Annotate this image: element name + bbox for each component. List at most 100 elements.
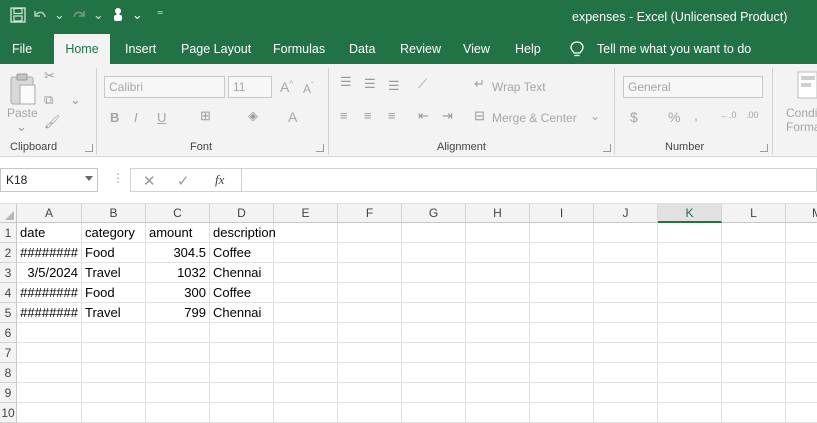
row-header[interactable]: 1 <box>0 223 17 243</box>
cell[interactable] <box>402 263 466 283</box>
column-header-selected[interactable]: K <box>658 204 722 223</box>
cell[interactable] <box>17 403 82 423</box>
cell[interactable] <box>466 343 530 363</box>
column-header[interactable]: L <box>722 204 786 223</box>
row-header[interactable]: 6 <box>0 323 17 343</box>
name-box[interactable]: K18 <box>0 168 98 192</box>
cell[interactable] <box>530 383 594 403</box>
cell[interactable] <box>466 383 530 403</box>
increase-indent-icon[interactable]: ⇥ <box>442 108 453 124</box>
cell[interactable]: date <box>17 223 82 243</box>
cell[interactable] <box>722 383 786 403</box>
cell[interactable] <box>274 323 338 343</box>
format-painter-icon[interactable]: 🖌 <box>44 114 61 130</box>
cell[interactable] <box>466 363 530 383</box>
cell[interactable]: Coffee <box>210 283 274 303</box>
cell[interactable] <box>530 223 594 243</box>
cell[interactable] <box>722 243 786 263</box>
cell[interactable] <box>658 383 722 403</box>
cell[interactable] <box>594 243 658 263</box>
row-header[interactable]: 5 <box>0 303 17 323</box>
cell[interactable] <box>722 343 786 363</box>
cell[interactable] <box>594 383 658 403</box>
cell[interactable] <box>594 303 658 323</box>
redo-dropdown-icon[interactable]: ⌄ <box>93 7 104 23</box>
number-launcher-icon[interactable] <box>760 144 768 152</box>
cell[interactable]: ######## <box>17 283 82 303</box>
cut-icon[interactable]: ✂ <box>44 68 55 84</box>
paste-icon[interactable] <box>8 72 38 106</box>
cell[interactable] <box>786 303 817 323</box>
cell[interactable] <box>402 403 466 423</box>
cell[interactable] <box>338 403 402 423</box>
cell[interactable] <box>594 323 658 343</box>
cell[interactable] <box>82 343 146 363</box>
cell[interactable] <box>338 343 402 363</box>
cell[interactable] <box>658 343 722 363</box>
cell[interactable] <box>402 223 466 243</box>
tab-review[interactable]: Review <box>390 34 451 64</box>
copy-icon[interactable]: ⧉ <box>44 92 53 108</box>
cell[interactable] <box>594 283 658 303</box>
column-header[interactable]: E <box>274 204 338 223</box>
cell[interactable] <box>530 283 594 303</box>
align-left-icon[interactable]: ≡ <box>340 108 348 123</box>
cell[interactable] <box>722 323 786 343</box>
cell[interactable] <box>786 403 817 423</box>
font-color-icon[interactable]: A <box>288 109 297 125</box>
cell[interactable] <box>402 343 466 363</box>
cell[interactable] <box>17 343 82 363</box>
align-center-icon[interactable]: ≡ <box>364 108 372 123</box>
cell[interactable] <box>82 323 146 343</box>
cell[interactable]: Travel <box>82 263 146 283</box>
tab-page-layout[interactable]: Page Layout <box>171 34 261 64</box>
cell[interactable] <box>786 363 817 383</box>
cell[interactable] <box>594 403 658 423</box>
bold-button[interactable]: B <box>110 110 119 125</box>
cell[interactable] <box>274 363 338 383</box>
column-header[interactable]: F <box>338 204 402 223</box>
percent-button[interactable]: % <box>668 109 680 125</box>
cell[interactable] <box>274 383 338 403</box>
cell[interactable] <box>786 383 817 403</box>
tab-view[interactable]: View <box>453 34 500 64</box>
increase-decimal-icon[interactable]: ←.0 <box>720 110 737 120</box>
cell[interactable] <box>274 223 338 243</box>
cell[interactable] <box>274 243 338 263</box>
row-header[interactable]: 10 <box>0 403 17 423</box>
tab-data[interactable]: Data <box>339 34 385 64</box>
italic-button[interactable]: I <box>134 110 138 125</box>
cell[interactable]: description <box>210 223 276 243</box>
merge-center-button[interactable]: Merge & Center <box>492 111 577 125</box>
cell[interactable] <box>82 383 146 403</box>
customize-qat-icon[interactable]: ⁼ <box>157 7 164 23</box>
cell[interactable] <box>338 303 402 323</box>
row-header[interactable]: 2 <box>0 243 17 263</box>
cell[interactable] <box>722 403 786 423</box>
tab-file[interactable]: File <box>2 34 42 64</box>
tab-home[interactable]: Home <box>54 34 110 64</box>
cell[interactable] <box>722 283 786 303</box>
cell[interactable] <box>466 263 530 283</box>
tab-formulas[interactable]: Formulas <box>263 34 335 64</box>
fill-color-icon[interactable]: ◈ <box>248 108 258 124</box>
touch-mode-icon[interactable] <box>110 7 126 23</box>
touch-dropdown-icon[interactable]: ⌄ <box>132 7 143 23</box>
row-header[interactable]: 3 <box>0 263 17 283</box>
cell[interactable]: 799 <box>146 303 210 323</box>
cell[interactable] <box>658 283 722 303</box>
row-header[interactable]: 8 <box>0 363 17 383</box>
cell[interactable] <box>786 243 817 263</box>
cell[interactable] <box>786 323 817 343</box>
decrease-font-icon[interactable]: Aˇ <box>303 81 314 96</box>
cell[interactable] <box>210 403 274 423</box>
cell[interactable] <box>786 263 817 283</box>
cell[interactable]: Food <box>82 243 146 263</box>
merge-dropdown-icon[interactable]: ⌄ <box>590 109 600 123</box>
paste-label[interactable]: Paste <box>7 106 38 120</box>
column-header[interactable]: D <box>210 204 274 223</box>
cell[interactable]: ######## <box>17 243 82 263</box>
cell[interactable] <box>274 343 338 363</box>
cell[interactable] <box>17 323 82 343</box>
alignment-launcher-icon[interactable] <box>603 144 611 152</box>
